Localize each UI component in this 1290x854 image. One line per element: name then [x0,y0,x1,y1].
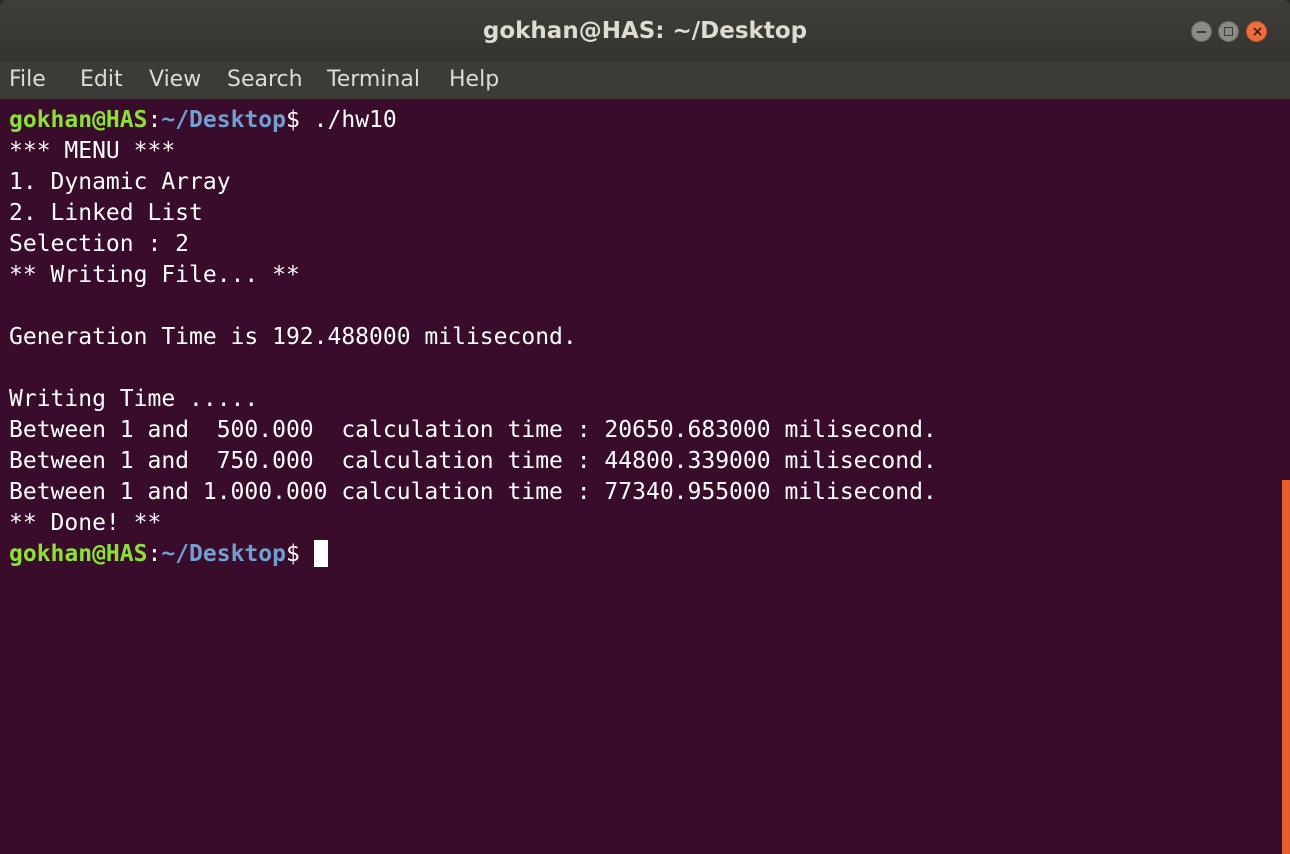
text-cursor [313,540,328,567]
output-line: Between 1 and 500.000 calculation time :… [9,417,937,443]
close-button[interactable]: × [1246,21,1267,42]
output-line: 2. Linked List [9,200,203,226]
menu-file[interactable]: File [9,62,46,99]
output-line: 1. Dynamic Array [9,169,231,195]
output-line: ** Writing File... ** [9,262,300,288]
prompt-symbol: $ [285,107,314,133]
output-line: Generation Time is 192.488000 milisecond… [9,324,577,350]
output-line: Selection : 2 [9,231,190,257]
terminal-window: gokhan@HAS: ~/Desktop × File Edit View S… [0,0,1290,854]
output-line: Between 1 and 1.000.000 calculation time… [9,479,937,505]
prompt-separator: : [147,541,162,567]
menu-terminal[interactable]: Terminal [327,62,420,99]
menu-bar: File Edit View Search Terminal Help [0,62,1290,99]
menu-view[interactable]: View [149,62,201,99]
output-line: Writing Time ..... [9,386,259,412]
title-bar[interactable]: gokhan@HAS: ~/Desktop × [0,0,1290,62]
prompt-separator: : [147,107,162,133]
prompt-path: ~/Desktop [161,541,286,567]
minimize-icon [1197,31,1206,33]
prompt-path: ~/Desktop [161,107,286,133]
menu-help[interactable]: Help [449,62,499,99]
prompt-user-host: gokhan@HAS [9,107,148,133]
menu-search[interactable]: Search [227,62,303,99]
command-text: ./hw10 [313,107,397,133]
maximize-icon [1224,27,1233,36]
terminal-output-area[interactable]: gokhan@HAS:~/Desktop$ ./hw10 *** MENU **… [0,99,1282,854]
minimize-button[interactable] [1191,21,1212,42]
command-line: gokhan@HAS:~/Desktop$ ./hw10 [9,105,397,136]
close-icon: × [1251,24,1264,40]
output-line: Between 1 and 750.000 calculation time :… [9,448,937,474]
output-line: ** Done! ** [9,510,162,536]
maximize-button[interactable] [1218,21,1239,42]
prompt-symbol: $ [285,541,314,567]
window-title: gokhan@HAS: ~/Desktop [482,18,808,44]
menu-edit[interactable]: Edit [80,62,123,99]
scrollbar-thumb[interactable] [1282,480,1290,854]
output-line: *** MENU *** [9,138,176,164]
prompt-user-host: gokhan@HAS [9,541,148,567]
active-prompt-line: gokhan@HAS:~/Desktop$ [9,539,328,570]
